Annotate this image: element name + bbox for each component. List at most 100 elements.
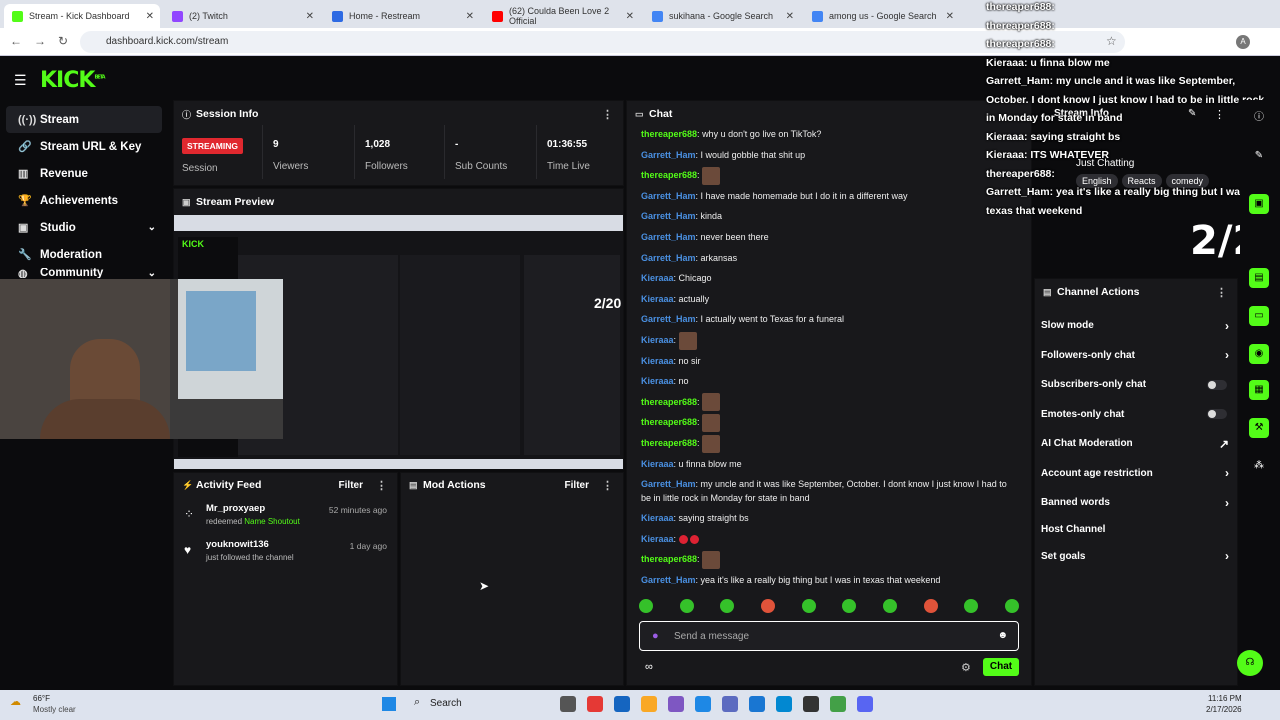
taskbar-search[interactable]: Search (430, 698, 462, 709)
toggle-switch[interactable] (1207, 379, 1227, 390)
emote-icon[interactable] (801, 599, 816, 613)
emote-icon[interactable] (720, 599, 735, 613)
taskbar-app-icon[interactable] (560, 696, 576, 712)
channel-action-ai-chat-moderation[interactable]: AI Chat Moderation ↗ (1035, 429, 1239, 459)
chat-username[interactable]: Kieraaa (641, 273, 674, 283)
emote-icon[interactable] (882, 599, 897, 613)
taskbar-app-icon[interactable] (749, 696, 765, 712)
sidebar-item-moderation[interactable]: 🔧 Moderation (6, 241, 162, 268)
windows-start-icon[interactable] (382, 697, 396, 711)
channel-action-account-age-restriction[interactable]: Account age restriction › (1035, 459, 1239, 489)
support-icon[interactable]: ☊ (1237, 650, 1263, 676)
close-icon[interactable]: ✕ (146, 11, 154, 22)
search-icon[interactable]: ⌕ (414, 696, 420, 709)
filter-button[interactable]: Filter (339, 480, 363, 491)
taskbar-app-icon[interactable] (614, 696, 630, 712)
more-icon[interactable]: ⋮ (602, 479, 613, 492)
chat-username[interactable]: thereaper688 (641, 170, 697, 180)
chevron-right-icon[interactable]: › (1225, 496, 1229, 510)
taskbar-app-icon[interactable] (776, 696, 792, 712)
browser-tab[interactable]: Home - Restream ✕ (324, 4, 480, 28)
chat-username[interactable]: Garrett_Ham (641, 575, 696, 585)
list-item[interactable]: ♥ youknowit136 just followed the channel 1 … (174, 535, 397, 571)
emote-icon[interactable] (639, 599, 653, 613)
sidebar-item-revenue[interactable]: ▥ Revenue (6, 160, 162, 187)
taskbar-app-icon[interactable] (641, 696, 657, 712)
chat-icon[interactable]: ▭ (1249, 306, 1269, 326)
gear-icon[interactable]: ⚙ (961, 661, 971, 674)
taskbar-app-icon[interactable] (803, 696, 819, 712)
sidebar-item-stream[interactable]: ((·)) Stream (6, 106, 162, 133)
chat-username[interactable]: Garrett_Ham (641, 253, 696, 263)
close-icon[interactable]: ✕ (306, 11, 314, 22)
chat-username[interactable]: Kieraaa (641, 335, 674, 345)
chevron-right-icon[interactable]: › (1225, 549, 1229, 563)
chat-username[interactable]: thereaper688 (641, 129, 697, 139)
channel-action-host-channel[interactable]: Host Channel (1035, 518, 1239, 542)
chevron-right-icon[interactable]: › (1225, 466, 1229, 480)
browser-tab[interactable]: Stream - Kick Dashboard ✕ (4, 4, 160, 28)
taskbar-app-icon[interactable] (857, 696, 873, 712)
channel-action-banned-words[interactable]: Banned words › (1035, 488, 1239, 518)
chat-username[interactable]: thereaper688 (641, 417, 697, 427)
more-icon[interactable]: ⋮ (602, 108, 613, 121)
chat-username[interactable]: Kieraaa (641, 534, 674, 544)
channel-action-emotes-only-chat[interactable]: Emotes-only chat (1035, 400, 1239, 430)
external-link-icon[interactable]: ↗ (1219, 437, 1229, 451)
browser-tab[interactable]: (2) Twitch ✕ (164, 4, 320, 28)
chat-username[interactable]: Garrett_Ham (641, 191, 696, 201)
clipboard-icon[interactable]: ▦ (1249, 380, 1269, 400)
close-icon[interactable]: ✕ (946, 11, 954, 22)
more-icon[interactable]: ⋮ (1216, 286, 1227, 299)
info-icon[interactable]: ⓘ (1249, 108, 1269, 128)
chat-username[interactable]: Kieraaa (641, 513, 674, 523)
message-input[interactable]: ● Send a message ☻ (639, 621, 1019, 651)
taskbar-app-icon[interactable] (695, 696, 711, 712)
reload-icon[interactable]: ↻ (58, 34, 68, 48)
chat-username[interactable]: Garrett_Ham (641, 314, 696, 324)
channel-action-subscribers-only-chat[interactable]: Subscribers-only chat (1035, 370, 1239, 400)
chat-username[interactable]: Kieraaa (641, 356, 674, 366)
taskbar-app-icon[interactable] (668, 696, 684, 712)
apps-icon[interactable]: ⁂ (1249, 456, 1269, 476)
emote-icon[interactable] (842, 599, 857, 613)
preview-icon[interactable]: ▣ (1249, 194, 1269, 214)
kick-logo[interactable]: KICKBETA (40, 68, 106, 93)
taskbar-app-icon[interactable] (587, 696, 603, 712)
emote-icon[interactable] (679, 599, 694, 613)
sidebar-item-studio[interactable]: ▣ Studio ⌄ (6, 214, 162, 241)
emote-icon[interactable] (760, 599, 775, 613)
broadcast-icon[interactable]: ◉ (1249, 344, 1269, 364)
emote-icon[interactable] (1004, 599, 1019, 613)
close-icon[interactable]: ✕ (626, 11, 634, 22)
chat-username[interactable]: Kieraaa (641, 376, 674, 386)
toggle-switch[interactable] (1207, 409, 1227, 420)
chevron-down-icon[interactable]: ⌄ (148, 268, 156, 279)
chevron-right-icon[interactable]: › (1225, 348, 1229, 362)
channel-action-followers-only-chat[interactable]: Followers-only chat › (1035, 341, 1239, 371)
menu-icon[interactable]: ☰ (14, 72, 27, 89)
list-item[interactable]: ⁘ Mr_proxyaep redeemed Name Shoutout 52 min… (174, 499, 397, 535)
browser-tab[interactable]: among us - Google Search ✕ (804, 4, 960, 28)
more-icon[interactable]: ⋮ (376, 479, 387, 492)
chat-username[interactable]: Garrett_Ham (641, 232, 696, 242)
pen-icon[interactable]: ✎ (1249, 146, 1269, 166)
points-icon[interactable]: ∞ (645, 661, 653, 673)
chat-username[interactable]: Kieraaa (641, 459, 674, 469)
taskbar-app-icon[interactable] (830, 696, 846, 712)
document-icon[interactable]: ▤ (1249, 268, 1269, 288)
emoji-icon[interactable]: ☻ (997, 630, 1008, 641)
filter-button[interactable]: Filter (565, 480, 589, 491)
sidebar-item-achievements[interactable]: 🏆 Achievements (6, 187, 162, 214)
chat-username[interactable]: Kieraaa (641, 294, 674, 304)
forward-icon[interactable]: → (34, 34, 46, 48)
chat-username[interactable]: thereaper688 (641, 554, 697, 564)
browser-tab[interactable]: sukihana - Google Search ✕ (644, 4, 800, 28)
emote-icon[interactable] (923, 599, 938, 613)
send-chat-button[interactable]: Chat (983, 658, 1019, 676)
microphone-icon[interactable]: ● (652, 630, 659, 642)
sidebar-item-stream-url-key[interactable]: 🔗 Stream URL & Key (6, 133, 162, 160)
channel-action-slow-mode[interactable]: Slow mode › (1035, 311, 1239, 341)
chevron-right-icon[interactable]: › (1225, 319, 1229, 333)
emote-icon[interactable] (964, 599, 979, 613)
